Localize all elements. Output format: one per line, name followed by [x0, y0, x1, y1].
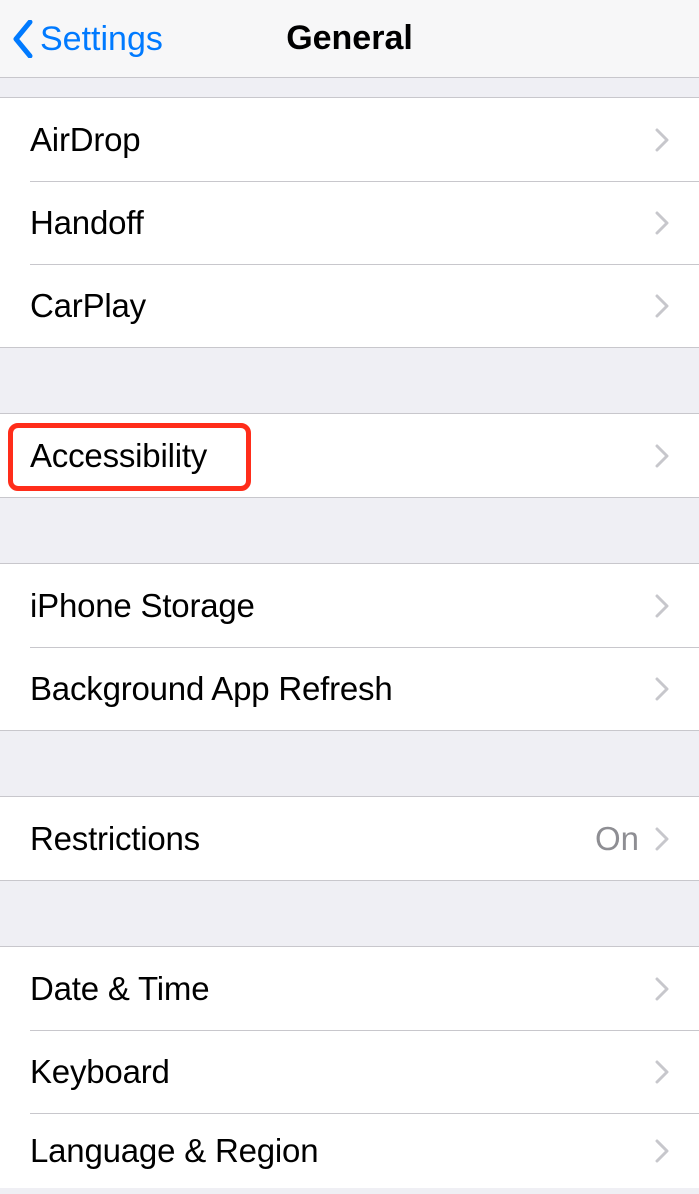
row-airdrop[interactable]: AirDrop: [0, 98, 699, 181]
row-label: Date & Time: [30, 970, 655, 1008]
row-iphone-storage[interactable]: iPhone Storage: [0, 564, 699, 647]
chevron-right-icon: [655, 1139, 669, 1163]
chevron-right-icon: [655, 444, 669, 468]
row-restrictions[interactable]: Restrictions On: [0, 797, 699, 880]
section-gap: [0, 498, 699, 563]
row-label: Handoff: [30, 204, 655, 242]
row-label: Background App Refresh: [30, 670, 655, 708]
back-label: Settings: [40, 20, 163, 59]
row-date-time[interactable]: Date & Time: [0, 947, 699, 1030]
chevron-right-icon: [655, 977, 669, 1001]
row-label: CarPlay: [30, 287, 655, 325]
row-accessibility[interactable]: Accessibility: [0, 414, 699, 497]
row-label: Restrictions: [30, 820, 595, 858]
chevron-right-icon: [655, 128, 669, 152]
settings-group: iPhone Storage Background App Refresh: [0, 563, 699, 731]
chevron-right-icon: [655, 211, 669, 235]
chevron-right-icon: [655, 1060, 669, 1084]
chevron-right-icon: [655, 827, 669, 851]
row-label: Keyboard: [30, 1053, 655, 1091]
row-label: Accessibility: [30, 437, 655, 475]
row-keyboard[interactable]: Keyboard: [0, 1030, 699, 1113]
row-detail: On: [595, 820, 639, 858]
settings-group: Accessibility: [0, 413, 699, 498]
row-handoff[interactable]: Handoff: [0, 181, 699, 264]
settings-group: Date & Time Keyboard Language & Region: [0, 946, 699, 1188]
chevron-right-icon: [655, 677, 669, 701]
page-title: General: [286, 19, 413, 58]
row-carplay[interactable]: CarPlay: [0, 264, 699, 347]
section-gap: [0, 78, 699, 97]
settings-group: AirDrop Handoff CarPlay: [0, 97, 699, 348]
row-language-region[interactable]: Language & Region: [0, 1113, 699, 1188]
row-background-app-refresh[interactable]: Background App Refresh: [0, 647, 699, 730]
row-label: Language & Region: [30, 1132, 655, 1170]
row-label: AirDrop: [30, 121, 655, 159]
chevron-right-icon: [655, 294, 669, 318]
section-gap: [0, 731, 699, 796]
section-gap: [0, 881, 699, 946]
chevron-left-icon: [12, 20, 34, 58]
section-gap: [0, 348, 699, 413]
row-label: iPhone Storage: [30, 587, 655, 625]
settings-group: Restrictions On: [0, 796, 699, 881]
chevron-right-icon: [655, 594, 669, 618]
navbar: Settings General: [0, 0, 699, 78]
back-button[interactable]: Settings: [12, 0, 163, 78]
